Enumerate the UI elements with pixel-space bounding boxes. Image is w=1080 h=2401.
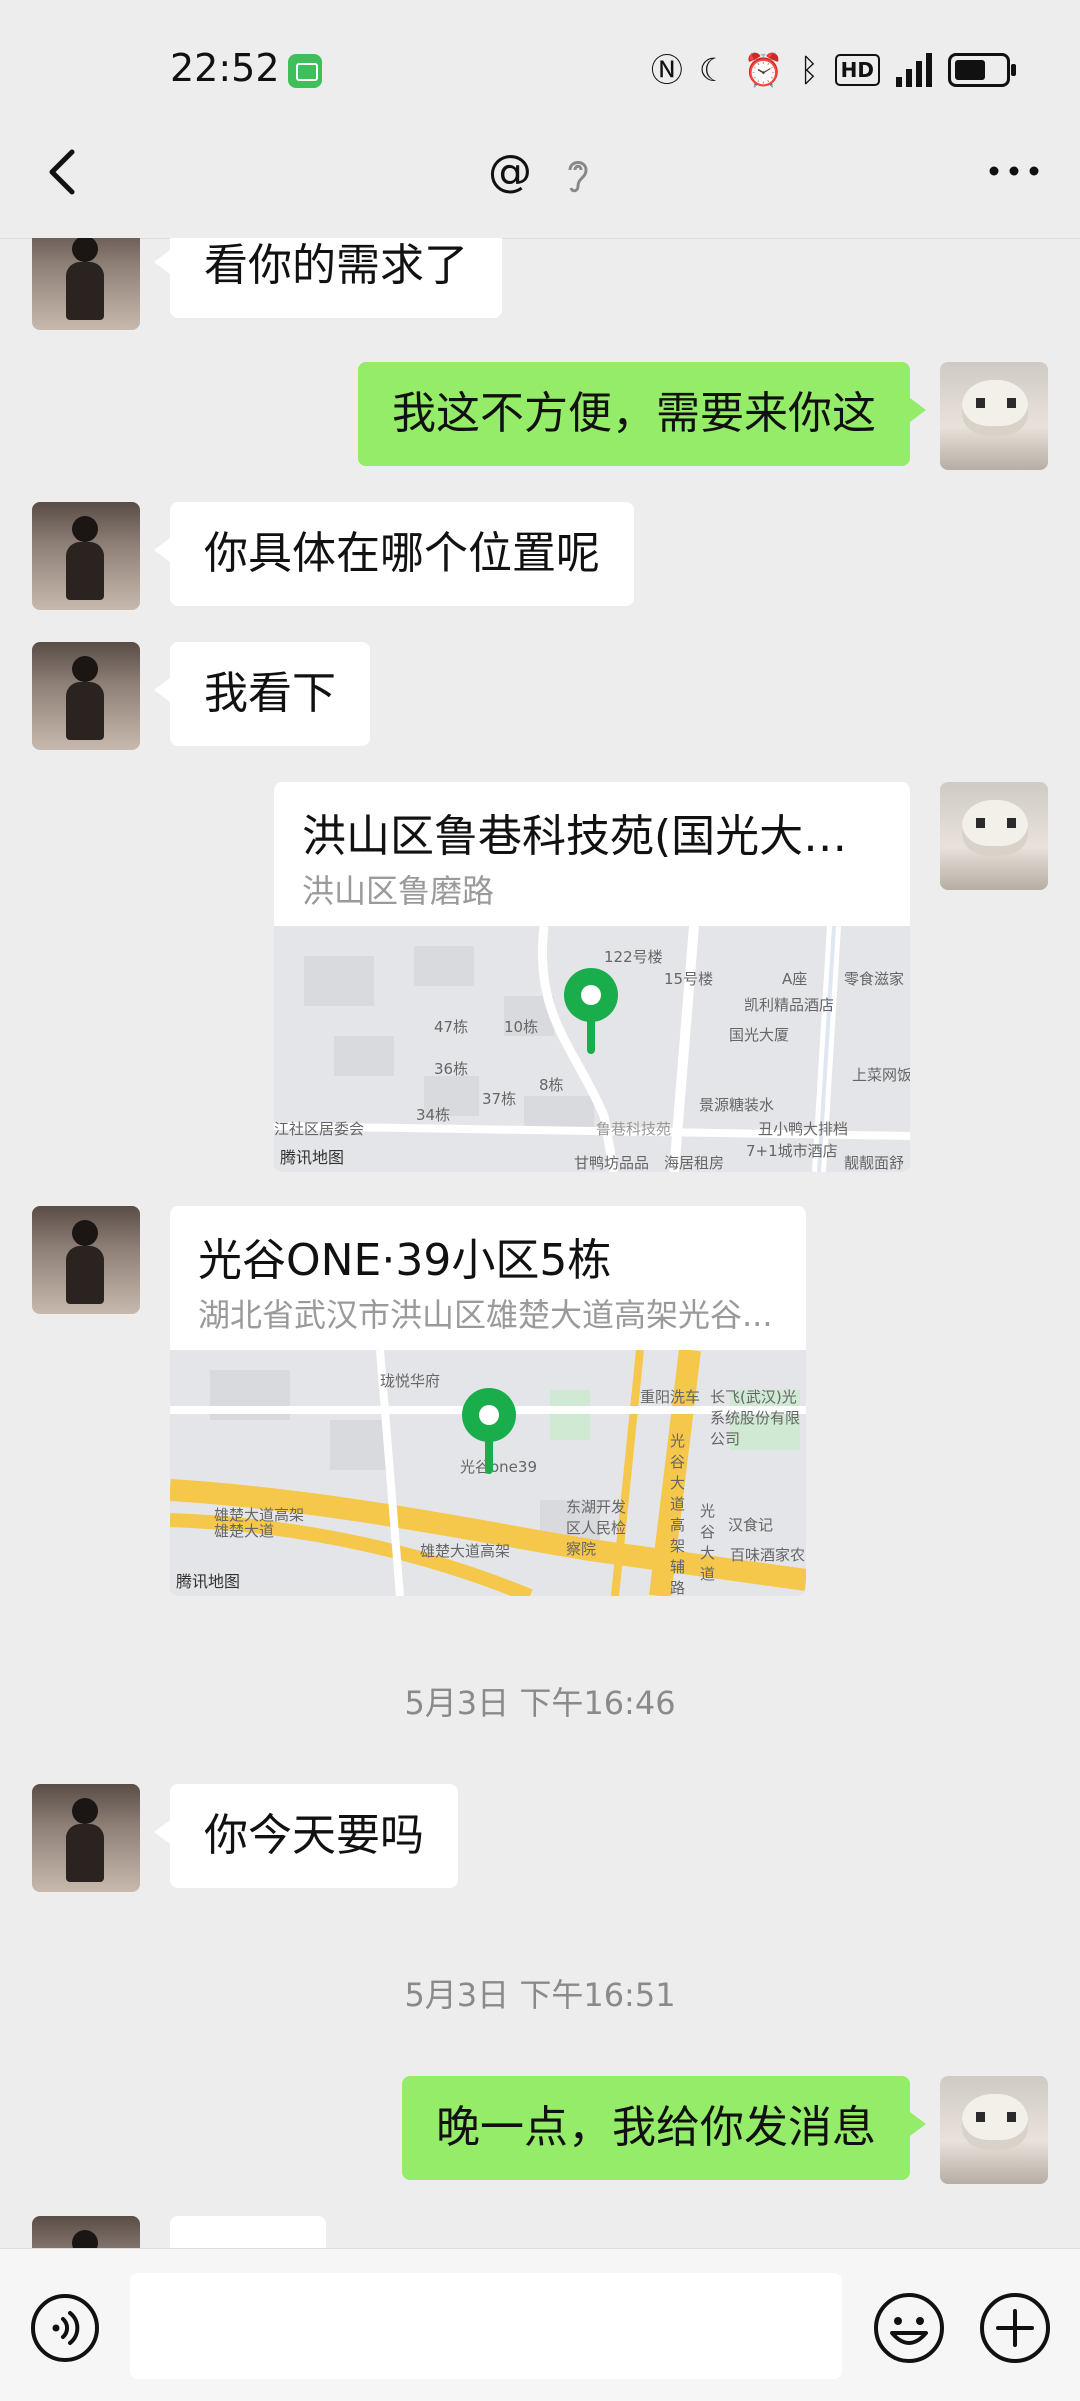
chat-title-text: @	[488, 146, 532, 197]
map-label: 47栋	[434, 1018, 469, 1036]
sent-message[interactable]: 晚一点，我给你发消息	[402, 2076, 926, 2180]
location-pin-icon	[564, 968, 618, 1054]
map-label: 靓靓面舒	[844, 1154, 905, 1172]
chat-message-list[interactable]: 看你的需求了 我这不方便，需要来你这 你具体在哪个位置呢 我看下 洪山区鲁巷科技…	[0, 238, 1080, 2248]
more-options-icon[interactable]	[984, 156, 1044, 186]
location-pin-icon	[462, 1388, 516, 1474]
message-row: 看你的需求了	[0, 238, 1080, 346]
voice-input-icon[interactable]	[30, 2293, 100, 2363]
map-label: A座	[782, 970, 808, 988]
map-label: 37栋	[482, 1090, 517, 1108]
map-label: 34栋	[416, 1106, 451, 1124]
map-label: 鲁巷科技苑	[596, 1120, 672, 1138]
contact-avatar[interactable]	[32, 642, 140, 750]
map-label: 雄楚大道	[214, 1522, 275, 1540]
location-card[interactable]: 洪山区鲁巷科技苑(国光大厦... 洪山区鲁磨路 122号楼 15号楼 A座 零食…	[274, 782, 910, 1172]
alarm-icon: ⏰	[743, 51, 784, 89]
contact-avatar[interactable]	[32, 1206, 140, 1314]
map-label: 凯利精品酒店	[744, 996, 835, 1014]
message-input[interactable]	[130, 2273, 842, 2379]
message-row: 我看下	[0, 642, 1080, 752]
map-label: 百味酒家农家	[730, 1546, 806, 1564]
received-message[interactable]: 你具体在哪个位置呢	[154, 502, 634, 606]
timestamp: 5月3日 下午16:46	[404, 1684, 676, 1722]
contact-avatar[interactable]	[32, 502, 140, 610]
map-label: 10栋	[504, 1018, 539, 1036]
plus-icon[interactable]	[978, 2291, 1052, 2365]
map-label: 景源糖装水	[699, 1096, 775, 1114]
moon-icon: ☾	[698, 51, 728, 89]
status-time: 22:52	[170, 46, 280, 90]
timestamp: 5月3日 下午16:51	[404, 1976, 676, 2014]
input-bar	[0, 2248, 1080, 2401]
bluetooth-icon: ᛒ	[799, 51, 819, 89]
hd-badge: HD	[834, 54, 880, 86]
received-message[interactable]: 你今天要吗	[154, 1784, 458, 1888]
chat-header: @	[0, 112, 1080, 239]
emoji-icon[interactable]	[872, 2291, 946, 2365]
chat-title: @	[0, 146, 1080, 197]
map-preview: 珑悦华府 重阳洗车 长飞(武汉)光系统股份有限公司 光谷one39 东湖开发区人…	[170, 1350, 806, 1596]
status-icons: Ⓝ ☾ ⏰ ᛒ HD	[650, 50, 1016, 90]
contact-avatar[interactable]	[32, 238, 140, 330]
map-label: 重阳洗车	[640, 1388, 701, 1406]
my-avatar[interactable]	[940, 782, 1048, 890]
map-label: 长飞(武汉)光系统股份有限公司	[710, 1388, 801, 1448]
map-label: 东湖开发区人民检察院	[566, 1498, 627, 1558]
map-label: 光谷大道高架辅路	[670, 1432, 686, 1596]
message-row: 晚一点，我给你发消息	[0, 2076, 1080, 2186]
location-address: 洪山区鲁磨路	[302, 872, 495, 910]
my-avatar[interactable]	[940, 362, 1048, 470]
message-row: 我这不方便，需要来你这	[0, 362, 1080, 472]
map-label: 雄楚大道高架	[420, 1542, 511, 1560]
location-address: 湖北省武汉市洪山区雄楚大道高架光谷...	[198, 1296, 773, 1334]
message-row: 洪山区鲁巷科技苑(国光大厦... 洪山区鲁磨路 122号楼 15号楼 A座 零食…	[0, 782, 1080, 1174]
map-label: 36栋	[434, 1060, 469, 1078]
received-message-partial[interactable]	[170, 2216, 326, 2248]
message-row: 你今天要吗	[0, 1784, 1080, 1894]
map-label: 海居租房	[664, 1154, 725, 1172]
my-avatar[interactable]	[940, 2076, 1048, 2184]
map-label: 122号楼	[604, 948, 663, 966]
map-label: 15号楼	[664, 970, 714, 988]
sent-message[interactable]: 我这不方便，需要来你这	[358, 362, 926, 466]
location-title: 洪山区鲁巷科技苑(国光大厦...	[302, 811, 882, 862]
map-label: 上菜网饭	[852, 1066, 910, 1084]
map-label: 光谷大道	[700, 1502, 716, 1583]
contact-avatar[interactable]	[32, 1784, 140, 1892]
location-card[interactable]: 光谷ONE·39小区5栋 湖北省武汉市洪山区雄楚大道高架光谷... 珑悦华府 重…	[170, 1206, 806, 1596]
map-label: 8栋	[539, 1076, 564, 1094]
map-label: 丑小鸭大排档	[758, 1120, 849, 1138]
received-message[interactable]: 我看下	[154, 642, 370, 746]
battery-icon	[948, 53, 1016, 87]
message-row	[0, 2216, 1080, 2248]
message-row: 你具体在哪个位置呢	[0, 502, 1080, 612]
map-provider-logo: 腾讯地图	[176, 1572, 241, 1591]
map-preview: 122号楼 15号楼 A座 零食滋家 凯利精品酒店 国光大厦 47栋 10栋 3…	[274, 926, 910, 1172]
received-message[interactable]: 看你的需求了	[154, 238, 502, 318]
map-label: 甘鸭坊品品	[574, 1154, 650, 1172]
map-label: 江社区居委会	[274, 1120, 365, 1138]
message-row: 光谷ONE·39小区5栋 湖北省武汉市洪山区雄楚大道高架光谷... 珑悦华府 重…	[0, 1206, 1080, 1598]
map-label: 7+1城市酒店	[746, 1142, 838, 1160]
contact-avatar[interactable]	[32, 2216, 140, 2248]
location-title: 光谷ONE·39小区5栋	[198, 1235, 612, 1286]
signal-icon	[896, 53, 932, 87]
map-label: 汉食记	[728, 1516, 774, 1534]
map-label: 国光大厦	[729, 1026, 790, 1044]
map-label: 珑悦华府	[380, 1372, 441, 1390]
nfc-icon: Ⓝ	[650, 51, 683, 89]
map-label: 零食滋家	[844, 970, 905, 988]
ear-mode-icon	[568, 161, 588, 193]
map-provider-logo: 腾讯地图	[280, 1148, 345, 1167]
message-notification-icon	[288, 54, 322, 88]
